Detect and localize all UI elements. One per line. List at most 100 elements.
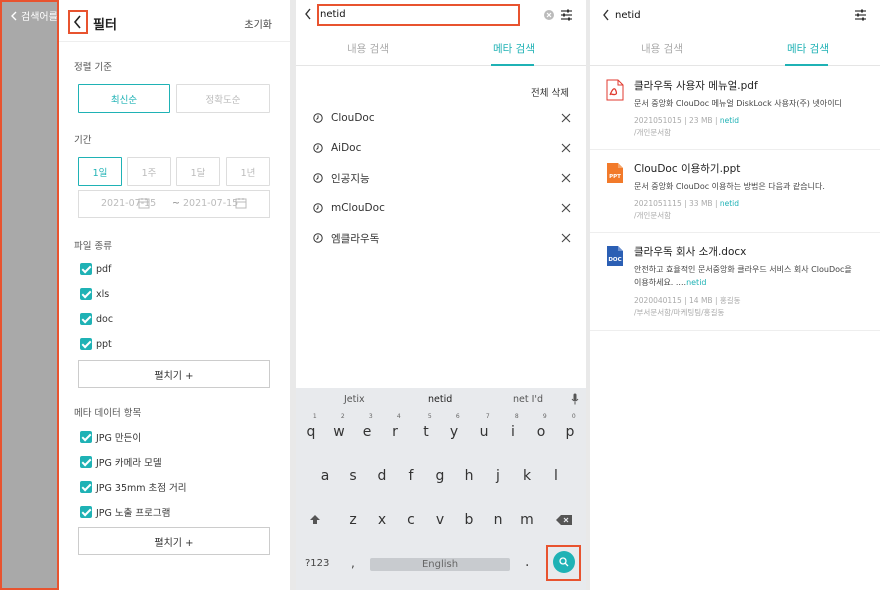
key-hint: 4 (396, 413, 401, 420)
tab-content-search[interactable]: 내용 검색 (641, 41, 683, 56)
key-t[interactable]: 5t (419, 413, 433, 440)
clear-all-history-button[interactable]: 전체 삭제 (531, 85, 569, 99)
symbols-key[interactable]: ?123 (305, 558, 329, 569)
meta-focal-checkbox[interactable]: JPG 35mm 초점 거리 (80, 480, 187, 494)
key-h[interactable]: h (462, 468, 476, 484)
space-key[interactable]: English (370, 558, 510, 571)
key-char: t (423, 424, 429, 440)
result-description-line: 이용하세요. ....netid (634, 276, 866, 289)
checkbox-checked-icon (80, 263, 92, 275)
key-char: q (306, 424, 316, 440)
sort-accuracy-button[interactable]: 정확도순 (176, 84, 270, 113)
key-r[interactable]: 4r (388, 413, 402, 440)
close-icon[interactable] (561, 143, 571, 153)
clear-input-button[interactable] (544, 10, 554, 20)
key-w[interactable]: 2w (332, 413, 346, 440)
filetype-pdf-checkbox[interactable]: pdf (80, 263, 111, 275)
sort-latest-button[interactable]: 최신순 (78, 84, 170, 113)
key-i[interactable]: 8i (506, 413, 520, 440)
backspace-key[interactable] (556, 515, 572, 525)
filter-drawer: 필터 초기화 정렬 기준 최신순 정확도순 기간 1일 1주 1달 1년 202… (59, 0, 290, 590)
period-1week-button[interactable]: 1주 (127, 157, 171, 186)
key-o[interactable]: 9o (534, 413, 548, 440)
period-1month-button[interactable]: 1달 (176, 157, 220, 186)
checkbox-checked-icon (80, 456, 92, 468)
key-q[interactable]: 1q (304, 413, 318, 440)
filter-button[interactable] (560, 8, 573, 21)
history-text: 엠클라우독 (331, 232, 380, 245)
key-z[interactable]: z (346, 512, 360, 528)
suggestion-item[interactable]: netid (428, 394, 452, 405)
close-icon[interactable] (561, 113, 571, 123)
key-k[interactable]: k (520, 468, 534, 484)
result-item[interactable]: PPT ClouDoc 이용하기.ppt 문서 중앙화 ClouDoc 이용하는… (590, 150, 880, 233)
filetype-expand-button[interactable]: 펼치기 + (78, 360, 270, 388)
filetype-doc-checkbox[interactable]: doc (80, 313, 113, 325)
back-button[interactable] (304, 8, 312, 20)
date-to[interactable]: 2021-07-15 (183, 198, 238, 209)
checkbox-checked-icon (80, 313, 92, 325)
key-m[interactable]: m (520, 512, 534, 528)
history-item[interactable]: 엠클라우독 (313, 228, 571, 248)
tab-content-search[interactable]: 내용 검색 (347, 41, 389, 56)
key-l[interactable]: l (549, 468, 563, 484)
key-hint: 5 (427, 413, 432, 420)
backspace-icon (556, 515, 572, 525)
key-char: p (565, 424, 575, 440)
tab-meta-search[interactable]: 메타 검색 (787, 41, 829, 56)
key-v[interactable]: v (433, 512, 447, 528)
microphone-icon[interactable] (571, 393, 579, 405)
history-item[interactable]: mClouDoc (313, 198, 571, 218)
key-char: w (333, 424, 345, 440)
key-a[interactable]: a (318, 468, 332, 484)
checkbox-label: ppt (96, 338, 112, 350)
history-item[interactable]: 인공지능 (313, 168, 571, 188)
checkbox-checked-icon (80, 481, 92, 493)
key-p[interactable]: 0p (563, 413, 577, 440)
key-x[interactable]: x (375, 512, 389, 528)
history-item[interactable]: AiDoc (313, 138, 571, 158)
suggestion-item[interactable]: Jetix (344, 394, 365, 405)
key-char: i (511, 424, 515, 440)
filter-button[interactable] (854, 8, 867, 21)
result-item[interactable]: DOC 클라우독 회사 소개.docx 안전하고 효율적인 문서중앙화 클라우드… (590, 233, 880, 331)
key-f[interactable]: f (404, 468, 418, 484)
meta-camera-checkbox[interactable]: JPG 카메라 모델 (80, 455, 162, 469)
reset-button[interactable]: 초기화 (244, 16, 272, 31)
key-e[interactable]: 3e (360, 413, 374, 440)
key-j[interactable]: j (491, 468, 505, 484)
key-u[interactable]: 7u (477, 413, 491, 440)
suggestion-item[interactable]: net I'd (513, 394, 543, 405)
meta-exposure-checkbox[interactable]: JPG 노출 프로그램 (80, 505, 170, 519)
shift-key[interactable] (309, 514, 321, 526)
key-b[interactable]: b (462, 512, 476, 528)
search-query[interactable]: netid (615, 10, 641, 21)
key-d[interactable]: d (375, 468, 389, 484)
key-c[interactable]: c (404, 512, 418, 528)
tab-meta-search[interactable]: 메타 검색 (493, 41, 535, 56)
filetype-xls-checkbox[interactable]: xls (80, 288, 109, 300)
key-s[interactable]: s (346, 468, 360, 484)
period-1year-button[interactable]: 1년 (226, 157, 270, 186)
result-meta-highlight: netid (719, 199, 740, 208)
close-icon[interactable] (561, 203, 571, 213)
key-y[interactable]: 6y (447, 413, 461, 440)
key-g[interactable]: g (433, 468, 447, 484)
comma-key[interactable]: , (351, 556, 355, 570)
key-char: r (392, 424, 398, 440)
key-hint: 7 (485, 413, 490, 420)
clock-icon (313, 113, 323, 123)
active-tab-indicator (785, 64, 828, 66)
chevron-left-icon (603, 9, 609, 21)
meta-author-checkbox[interactable]: JPG 만든이 (80, 430, 141, 444)
history-item[interactable]: ClouDoc (313, 108, 571, 128)
close-icon[interactable] (561, 233, 571, 243)
result-item[interactable]: 클라우독 사용자 메뉴얼.pdf 문서 중앙화 ClouDoc 메뉴얼 Disk… (590, 67, 880, 150)
key-n[interactable]: n (491, 512, 505, 528)
back-button[interactable] (602, 9, 610, 21)
meta-expand-button[interactable]: 펼치기 + (78, 527, 270, 555)
close-icon[interactable] (561, 173, 571, 183)
period-1day-button[interactable]: 1일 (78, 157, 122, 186)
period-key[interactable]: . (525, 554, 529, 570)
filetype-ppt-checkbox[interactable]: ppt (80, 338, 112, 350)
